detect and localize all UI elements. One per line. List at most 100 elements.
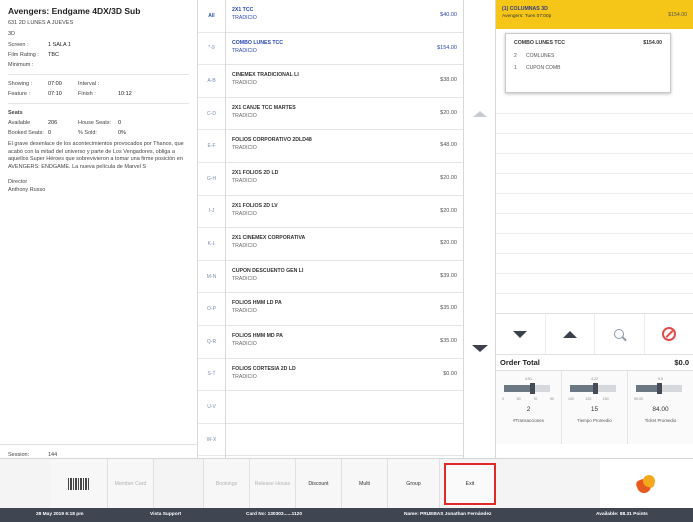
bottom-toolbar: Member Card Bookings Release House Disco… bbox=[0, 458, 693, 509]
alpha-index-item[interactable]: G-H bbox=[198, 163, 225, 196]
kpi-scale-tick: 150 bbox=[602, 397, 609, 401]
status-support: Vista Support bbox=[150, 512, 182, 517]
feature-value: 07:10 bbox=[48, 91, 62, 97]
order-line-selected[interactable]: (1) COLUMNAS 3D Avengers: Tues 07:00p $1… bbox=[496, 0, 693, 29]
divider bbox=[8, 103, 189, 104]
alpha-index: All *-9 A-B C-D E-F G-H I-J K-L M-N O-P Q-R S-T U-V W… bbox=[198, 0, 226, 489]
status-card: Card No: 130303......1120 bbox=[246, 512, 302, 517]
seats-heading-text: Seats bbox=[8, 110, 23, 116]
multi-button[interactable]: Multi bbox=[342, 459, 388, 509]
screen-row: Screen : 1 SALA 1 bbox=[8, 42, 189, 48]
ticket-type-category: TRADICIO bbox=[232, 373, 257, 380]
ticket-type-price: $35.00 bbox=[440, 305, 457, 312]
rating-value: TBC bbox=[48, 52, 59, 58]
showing-row: Showing : 07:00 Interval : bbox=[8, 81, 189, 87]
member-card-button[interactable]: Member Card bbox=[108, 459, 154, 509]
finish-value: 10:12 bbox=[118, 91, 132, 97]
ticket-type-category: TRADICIO bbox=[232, 340, 257, 347]
alpha-index-item[interactable]: *-9 bbox=[198, 33, 225, 66]
screen-value: 1 SALA 1 bbox=[48, 42, 71, 48]
alpha-index-item[interactable]: O-P bbox=[198, 293, 225, 326]
alpha-index-item[interactable]: C-D bbox=[198, 98, 225, 131]
ticket-type-item[interactable]: CINEMEX TRADICIONAL LI TRADICIO $38.00 bbox=[226, 65, 463, 98]
status-points: Available: 88.31 Points bbox=[596, 512, 648, 517]
ticket-type-category: TRADICIO bbox=[232, 243, 257, 250]
kpi-label: Tiempo Promedio bbox=[577, 418, 612, 423]
status-name: Name: PRUEBAS Jonathan Fernández bbox=[404, 512, 492, 517]
kpi-label: #Transacciones bbox=[513, 418, 544, 423]
ticket-type-name: CINEMEX TRADICIONAL LI bbox=[232, 72, 299, 79]
alpha-index-item[interactable]: W-X bbox=[198, 424, 225, 457]
alpha-index-item[interactable]: K-L bbox=[198, 228, 225, 261]
film-subtitle: 631 2D LUNES A JUEVES bbox=[8, 20, 74, 26]
ticket-type-category: TRADICIO bbox=[232, 308, 257, 315]
exit-button[interactable]: Exit bbox=[444, 463, 496, 505]
ticket-type-item[interactable]: FOLIOS CORPORATIVO 2DLD48 TRADICIO $48.00 bbox=[226, 130, 463, 163]
kpi-marker: 4:22 bbox=[591, 377, 598, 381]
kpi-scale-tick: 50 bbox=[516, 397, 521, 401]
bookings-button[interactable]: Bookings bbox=[204, 459, 250, 509]
ticket-type-item[interactable]: 2X1 FOLIOS 2D LV TRADICIO $20.00 bbox=[226, 196, 463, 229]
kpi-gauge bbox=[570, 383, 616, 394]
showing-label: Showing : bbox=[8, 81, 33, 87]
list-scroll-strip bbox=[464, 0, 496, 458]
ticket-type-name: FOLIOS HMM LD PA bbox=[232, 300, 282, 307]
film-info-panel: Avengers: Endgame 4DX/3D Sub 631 2D LUNE… bbox=[0, 0, 198, 458]
available-label: Available bbox=[8, 120, 31, 126]
kpi-stats: 4:51 0 50 70 90 2 #Transacciones 4:22 100 120 150 1… bbox=[496, 371, 693, 444]
ticket-type-item[interactable]: 2X1 TCC TRADICIO $40.00 bbox=[226, 0, 463, 33]
search-button[interactable] bbox=[595, 314, 645, 354]
remove-button[interactable] bbox=[645, 314, 693, 354]
kpi-gauge bbox=[504, 383, 550, 394]
ticket-type-name: FOLIOS CORTESIA 2D LD bbox=[232, 365, 296, 372]
ticket-type-price: $40.00 bbox=[440, 12, 457, 18]
ticket-type-name: CUPON DESCUENTO GEN LI bbox=[232, 267, 304, 274]
alpha-index-item[interactable]: U-V bbox=[198, 391, 225, 424]
kpi-value: 84.00 bbox=[652, 406, 669, 413]
scroll-down-icon[interactable] bbox=[472, 345, 488, 352]
combo-popup-header: COMBO LUNES TCC $154.00 bbox=[514, 40, 662, 46]
ticket-type-price: $20.00 bbox=[440, 207, 457, 214]
ticket-type-name: FOLIOS HMM MD PA bbox=[232, 332, 283, 339]
booked-label: Booked Seats: bbox=[8, 130, 44, 136]
alpha-index-item[interactable]: I-J bbox=[198, 196, 225, 229]
arrow-up-icon bbox=[562, 330, 577, 338]
ticket-type-item[interactable]: FOLIOS CORTESIA 2D LD TRADICIO $0.00 bbox=[226, 359, 463, 392]
ticket-type-category: TRADICIO bbox=[232, 80, 257, 87]
alpha-index-item[interactable]: E-F bbox=[198, 130, 225, 163]
group-button[interactable]: Group bbox=[388, 459, 440, 509]
scroll-up-icon[interactable] bbox=[473, 111, 487, 117]
ticket-type-item[interactable]: 2X1 CANJE TCC MARTES TRADICIO $20.00 bbox=[226, 98, 463, 131]
order-line-price: $154.00 bbox=[668, 12, 687, 18]
barcode-button[interactable] bbox=[50, 459, 108, 509]
ticket-type-price: $20.00 bbox=[440, 174, 457, 181]
order-total: Order Total $0.0 bbox=[496, 355, 693, 371]
combo-line-qty: 2 bbox=[514, 53, 517, 59]
ticket-type-price: $48.00 bbox=[440, 142, 457, 149]
ticket-type-item[interactable]: 2X1 FOLIOS 2D LD TRADICIO $20.00 bbox=[226, 163, 463, 196]
discount-button[interactable]: Discount bbox=[296, 459, 342, 509]
ticket-type-item[interactable]: COMBO LUNES TCC TRADICIO $154.00 bbox=[226, 33, 463, 66]
divider bbox=[8, 74, 189, 75]
empty-row bbox=[226, 424, 463, 457]
ticket-type-item[interactable]: 2X1 CINEMEX CORPORATIVA TRADICIO $20.00 bbox=[226, 228, 463, 261]
status-datetime: 28 May 2019 6:18 pm bbox=[36, 512, 84, 517]
search-icon bbox=[614, 329, 625, 339]
ticket-type-item[interactable]: CUPON DESCUENTO GEN LI TRADICIO $39.00 bbox=[226, 261, 463, 294]
alpha-index-item[interactable]: Q-R bbox=[198, 326, 225, 359]
alpha-index-item[interactable]: S-T bbox=[198, 359, 225, 392]
release-house-button[interactable]: Release House bbox=[250, 459, 296, 509]
feature-label: Feature : bbox=[8, 91, 31, 97]
kpi-scale-tick: 0 bbox=[502, 397, 504, 401]
order-total-value: $0.0 bbox=[674, 358, 689, 367]
screen-label: Screen : bbox=[8, 42, 29, 48]
ticket-type-item[interactable]: FOLIOS HMM LD PA TRADICIO $35.00 bbox=[226, 293, 463, 326]
kpi-value: 15 bbox=[590, 406, 599, 413]
alpha-index-item[interactable]: All bbox=[198, 0, 225, 33]
alpha-index-item[interactable]: M-N bbox=[198, 261, 225, 294]
ticket-type-item[interactable]: FOLIOS HMM MD PA TRADICIO $35.00 bbox=[226, 326, 463, 359]
move-up-button[interactable] bbox=[546, 314, 595, 354]
move-down-button[interactable] bbox=[496, 314, 546, 354]
ticket-type-price: $38.00 bbox=[440, 77, 457, 84]
alpha-index-item[interactable]: A-B bbox=[198, 65, 225, 98]
